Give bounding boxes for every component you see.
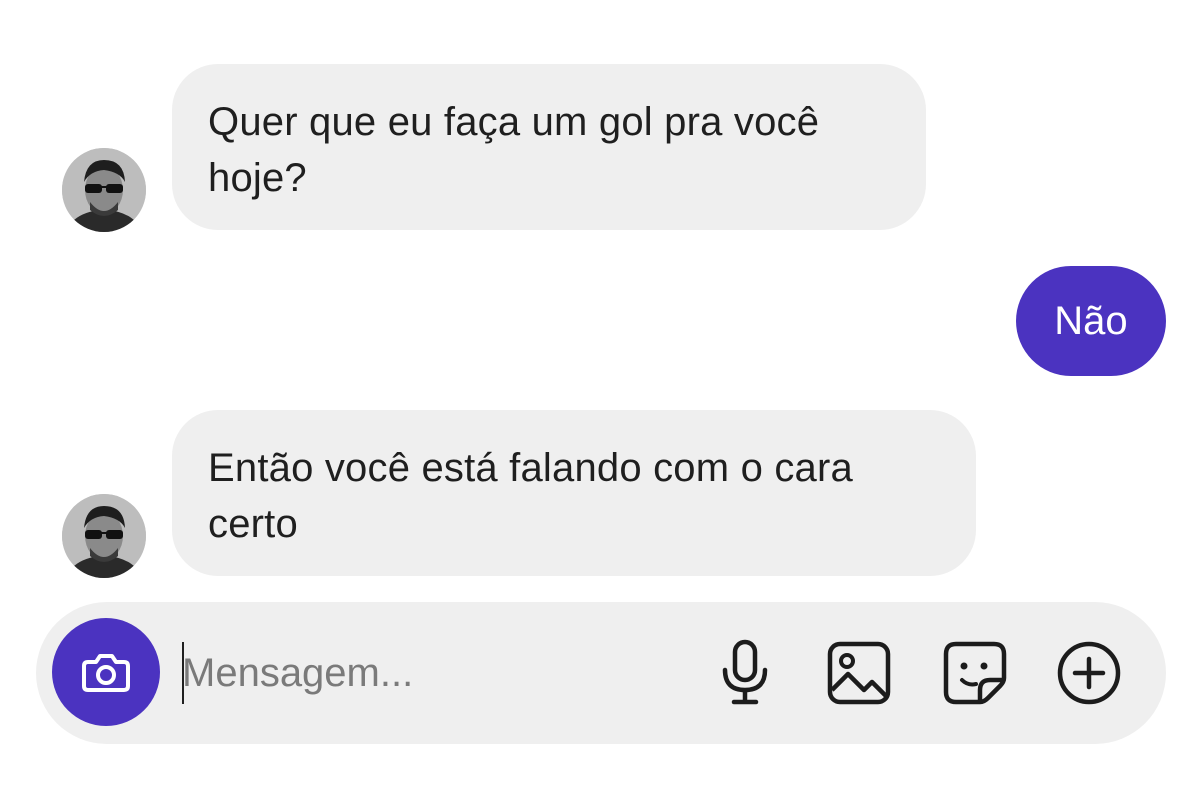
more-options-button[interactable] [1052, 636, 1126, 710]
camera-icon [82, 654, 130, 692]
sticker-icon [943, 641, 1007, 705]
text-cursor [182, 642, 184, 704]
message-text: Então você está falando com o cara certo [208, 446, 853, 546]
message-input[interactable] [182, 642, 702, 704]
chat-screen: Quer que eu faça um gol pra você hoje? N… [0, 0, 1200, 800]
contact-avatar[interactable] [62, 148, 146, 232]
camera-button[interactable] [52, 618, 160, 726]
outgoing-message-bubble[interactable]: Não [1016, 266, 1166, 376]
microphone-icon [722, 639, 768, 705]
gallery-button[interactable] [822, 636, 896, 710]
contact-photo [62, 148, 146, 232]
message-text: Não [1054, 299, 1128, 343]
contact-avatar[interactable] [62, 494, 146, 578]
incoming-message-bubble[interactable]: Quer que eu faça um gol pra você hoje? [172, 64, 926, 230]
contact-photo [62, 494, 146, 578]
message-composer [36, 602, 1166, 744]
gallery-icon [827, 641, 891, 705]
incoming-message-bubble[interactable]: Então você está falando com o cara certo [172, 410, 976, 576]
plus-icon [1057, 641, 1121, 705]
sticker-button[interactable] [938, 636, 1012, 710]
message-text: Quer que eu faça um gol pra você hoje? [208, 100, 820, 200]
voice-message-button[interactable] [708, 636, 782, 710]
